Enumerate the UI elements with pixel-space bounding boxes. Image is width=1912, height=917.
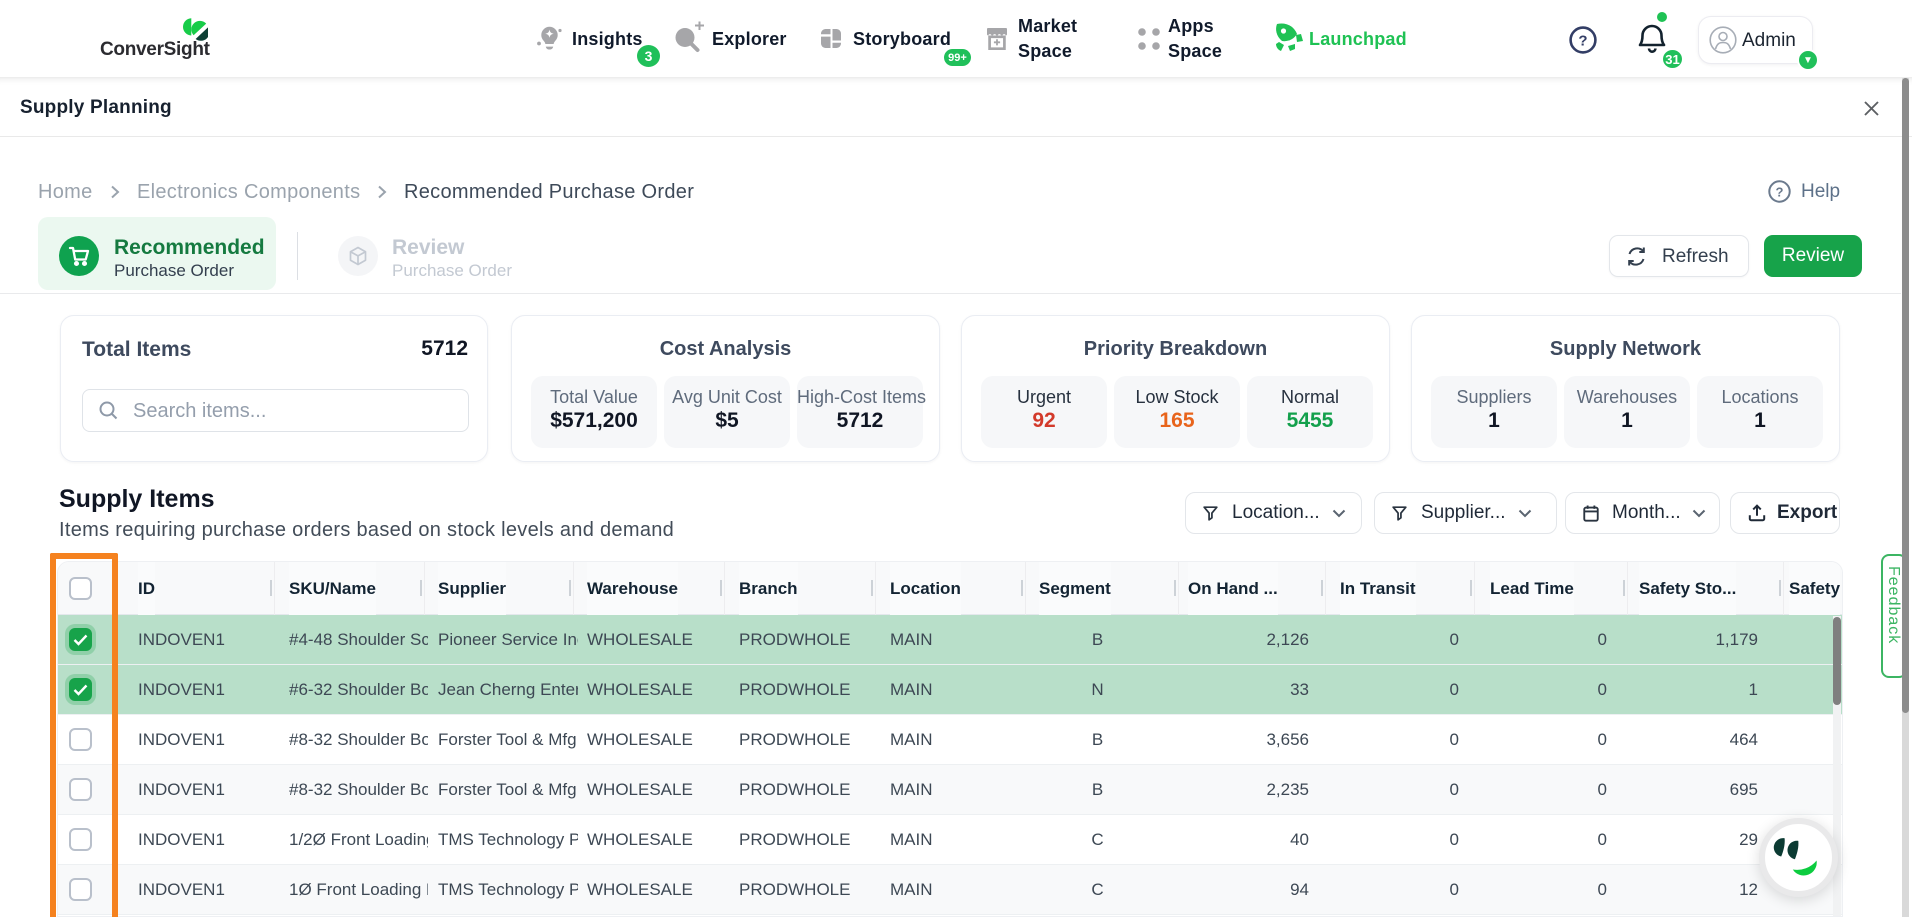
svg-text:?: ?: [1776, 185, 1784, 200]
svg-text:?: ?: [1578, 33, 1587, 50]
